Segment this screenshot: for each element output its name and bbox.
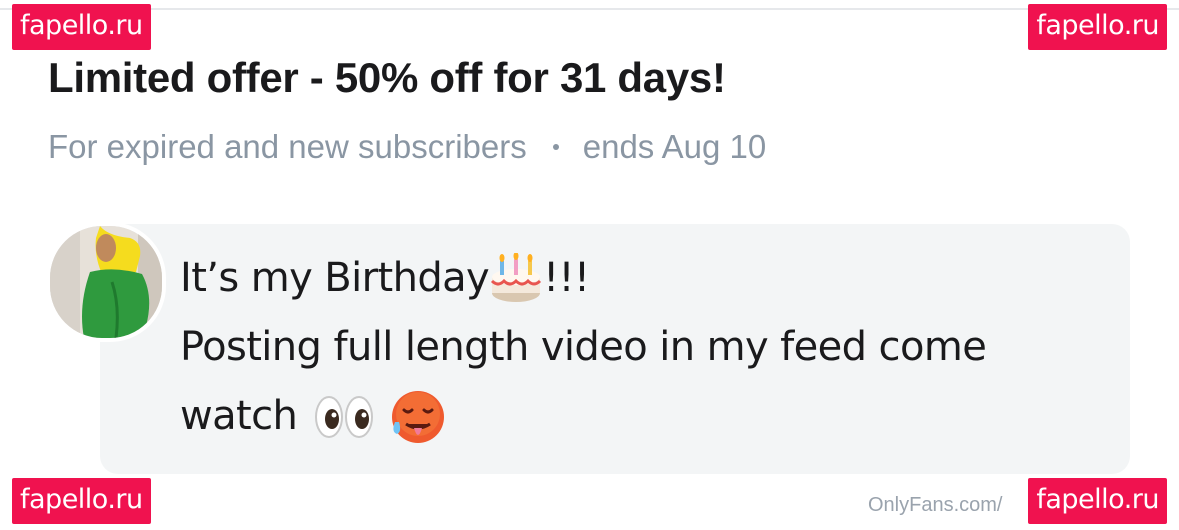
- message-line-3: watch: [180, 382, 1100, 451]
- offer-end-date: ends Aug 10: [582, 128, 767, 165]
- watermark-bottom-right: fapello.ru: [1028, 478, 1167, 524]
- separator-dot: [552, 144, 559, 150]
- offer-title: Limited offer - 50% off for 31 days!: [48, 54, 726, 101]
- watermark-top-left: fapello.ru: [12, 4, 151, 50]
- top-divider: [0, 8, 1179, 10]
- message-line-1: It’s my Birthday !!!: [180, 244, 1100, 313]
- site-caption: OnlyFans.com/: [868, 494, 1003, 516]
- message-line-1-suffix: !!!: [543, 255, 590, 301]
- welcome-message-text: It’s my Birthday !!! Posting full length…: [180, 244, 1100, 451]
- birthday-cake-emoji: [491, 252, 542, 302]
- eyes-emoji: [315, 395, 374, 438]
- watermark-top-right: fapello.ru: [1028, 4, 1167, 50]
- hot-face-emoji: [392, 390, 445, 443]
- message-line-3-text: watch: [180, 393, 298, 439]
- watermark-bottom-left: fapello.ru: [12, 478, 151, 524]
- offer-subtitle: For expired and new subscribers ends Aug…: [48, 128, 766, 166]
- avatar[interactable]: [46, 222, 166, 342]
- avatar-photo: [50, 226, 162, 338]
- message-line-1-text: It’s my Birthday: [180, 255, 490, 301]
- offer-audience: For expired and new subscribers: [48, 128, 527, 165]
- message-line-2: Posting full length video in my feed com…: [180, 324, 987, 370]
